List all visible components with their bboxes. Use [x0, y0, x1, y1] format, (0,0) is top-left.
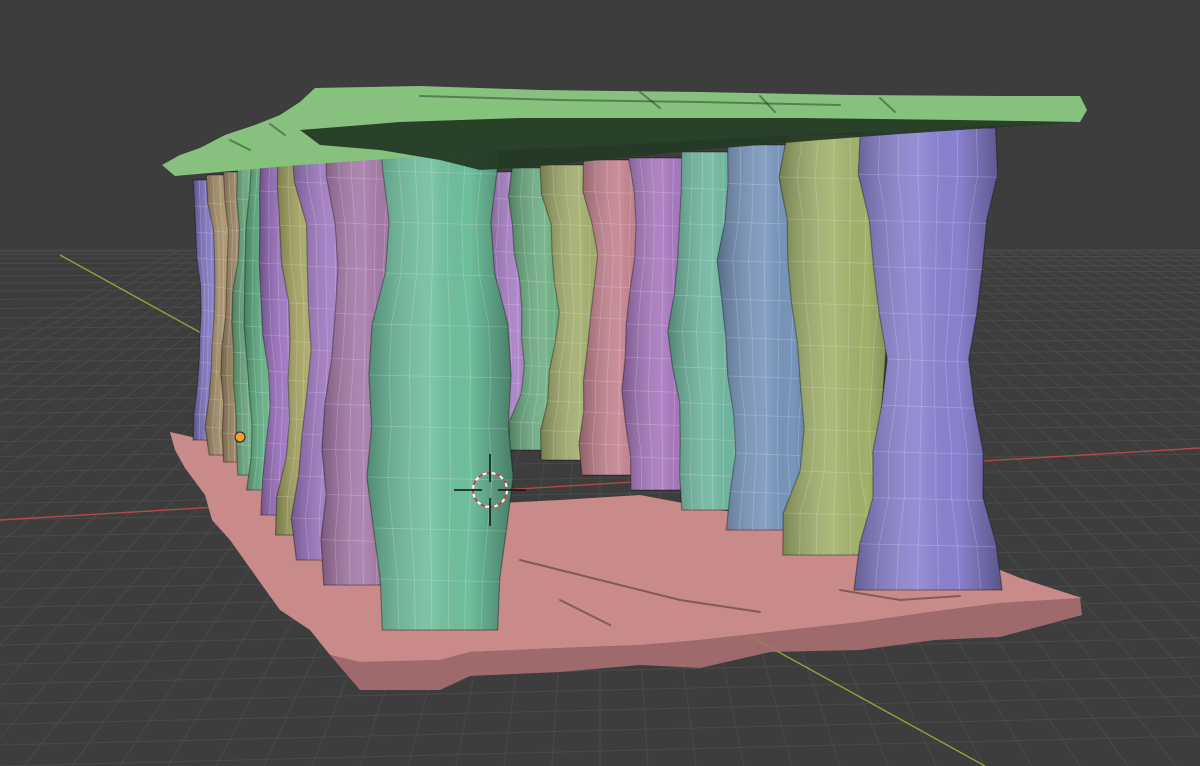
grid-line: [1005, 249, 1200, 353]
grid-line: [1061, 249, 1200, 315]
grid-line: [1159, 249, 1200, 266]
grid-line: [963, 249, 1200, 389]
grid-line: [977, 249, 1200, 376]
grid-line: [1075, 249, 1200, 306]
grid-line: [1173, 249, 1200, 261]
grid-line: [1019, 249, 1200, 342]
grid-line: [1117, 249, 1200, 285]
pillar-object-10[interactable]: [366, 119, 514, 631]
grid-line: [1089, 249, 1200, 299]
viewport-scene[interactable]: [0, 0, 1200, 766]
grid-line: [1047, 249, 1200, 323]
3d-viewport[interactable]: [0, 0, 1200, 766]
grid-line: [949, 249, 1200, 403]
origin-dot-icon[interactable]: [234, 431, 246, 443]
grid-line: [1103, 249, 1200, 292]
